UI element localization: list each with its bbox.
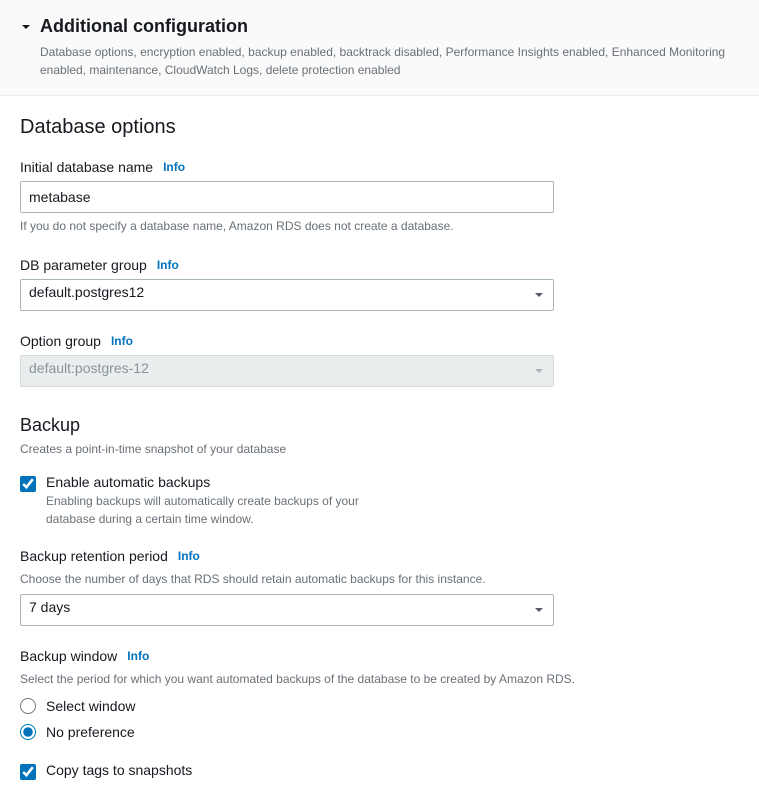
backup-window-label: Backup window [20,648,117,664]
enable-auto-backups-help: Enabling backups will automatically crea… [46,492,386,528]
copy-tags-row: Copy tags to snapshots [20,762,739,780]
section-subtitle: Database options, encryption enabled, ba… [40,43,739,79]
backup-retention-field: Backup retention period Info Choose the … [20,548,739,626]
initial-db-input[interactable] [20,181,554,213]
db-param-select[interactable]: default.postgres12 [20,279,554,311]
backup-window-help: Select the period for which you want aut… [20,670,739,688]
db-param-label: DB parameter group [20,257,147,273]
retention-help: Choose the number of days that RDS shoul… [20,570,739,588]
database-options-heading: Database options [20,116,739,139]
initial-db-label: Initial database name [20,159,153,175]
no-preference-radio[interactable] [20,724,36,740]
db-parameter-group-field: DB parameter group Info default.postgres… [20,257,739,311]
info-link[interactable]: Info [178,549,200,563]
no-preference-label[interactable]: No preference [46,724,135,740]
enable-auto-backups-label[interactable]: Enable automatic backups [46,474,739,490]
section-title: Additional configuration [40,16,248,37]
retention-select[interactable]: 7 days [20,594,554,626]
backup-subtitle: Creates a point-in-time snapshot of your… [20,440,739,458]
copy-tags-label[interactable]: Copy tags to snapshots [46,762,739,778]
additional-configuration-header: Additional configuration Database option… [0,0,759,96]
info-link[interactable]: Info [127,649,149,663]
retention-label: Backup retention period [20,548,168,564]
collapse-caret-icon[interactable] [20,21,32,33]
info-link[interactable]: Info [111,334,133,348]
option-group-field: Option group Info default:postgres-12 [20,333,739,387]
enable-auto-backups-checkbox[interactable] [20,476,36,492]
option-group-select: default:postgres-12 [20,355,554,387]
info-link[interactable]: Info [163,160,185,174]
select-window-radio[interactable] [20,698,36,714]
info-link[interactable]: Info [157,258,179,272]
option-group-label: Option group [20,333,101,349]
backup-window-field: Backup window Info Select the period for… [20,648,739,740]
copy-tags-checkbox[interactable] [20,764,36,780]
initial-db-help: If you do not specify a database name, A… [20,217,739,235]
enable-auto-backups-row: Enable automatic backups Enabling backup… [20,474,739,528]
backup-heading: Backup [20,415,739,436]
initial-database-name-field: Initial database name Info If you do not… [20,159,739,235]
select-window-label[interactable]: Select window [46,698,136,714]
